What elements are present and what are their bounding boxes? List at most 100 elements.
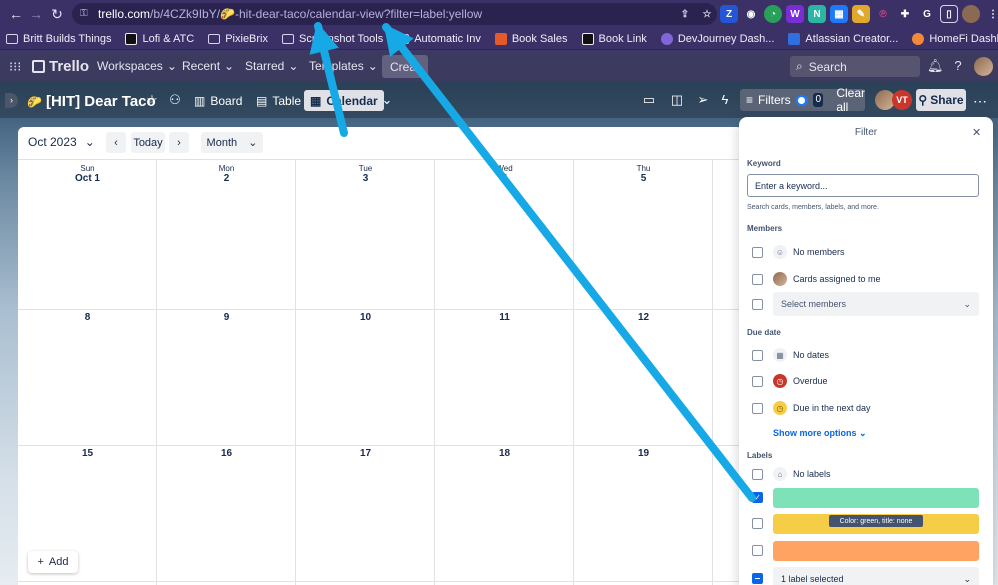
view-calendar[interactable]: ▦ Calendar	[304, 90, 384, 111]
view-mode-select[interactable]: Month ⌄	[201, 132, 263, 153]
view-board[interactable]: ▥ Board	[188, 90, 248, 111]
label-green[interactable]	[773, 488, 979, 508]
select-members-checkbox[interactable]	[752, 299, 763, 310]
no-labels-option[interactable]: ⌂ No labels	[773, 467, 831, 481]
notifications-icon[interactable]: 🔔︎	[927, 58, 944, 74]
extension-edit-icon[interactable]: ✎	[852, 5, 870, 23]
label-orange[interactable]	[773, 541, 979, 561]
bookmark-item[interactable]: Lofi & ATC	[125, 32, 194, 45]
calendar-date[interactable]: 19	[574, 448, 713, 459]
share-icon[interactable]: ⇪	[676, 5, 694, 23]
power-up-icon-2[interactable]: ◫	[670, 93, 684, 107]
extension-g-icon[interactable]: G	[918, 5, 936, 23]
back-icon[interactable]: ←	[6, 4, 26, 24]
extension-swirl-icon[interactable]: ◉	[742, 5, 760, 23]
no-members-checkbox[interactable]	[752, 247, 763, 258]
assigned-to-me-option[interactable]: Cards assigned to me	[773, 272, 881, 286]
month-selector[interactable]: Oct 2023 ⌄	[28, 135, 95, 149]
calendar-date[interactable]: 2	[157, 173, 296, 184]
help-icon[interactable]: ?	[950, 58, 966, 74]
yellow-label-checkbox[interactable]	[752, 518, 763, 529]
select-members-dropdown[interactable]: Select members ⌄	[773, 292, 979, 316]
add-card-button[interactable]: + Add	[28, 551, 78, 573]
no-members-option[interactable]: ☺ No members	[773, 245, 845, 259]
close-icon[interactable]: ✕	[972, 126, 981, 139]
prev-month-button[interactable]: ‹	[106, 132, 126, 153]
user-avatar[interactable]	[974, 57, 993, 76]
due-next-day-checkbox[interactable]	[752, 403, 763, 414]
nav-workspaces[interactable]: Workspaces ⌄	[97, 59, 177, 73]
star-icon[interactable]: ☆	[698, 5, 716, 23]
calendar-date[interactable]: 15	[18, 448, 157, 459]
board-title[interactable]: 🌮 [HIT] Dear Taco	[27, 93, 156, 110]
app-switcher-icon[interactable]: ⁝⁝⁝	[9, 60, 22, 73]
calendar-date[interactable]: 3	[296, 173, 435, 184]
calendar-date[interactable]: 5	[574, 173, 713, 184]
clear-all-button[interactable]: Clear all	[836, 86, 865, 114]
calendar-date[interactable]: Oct 1	[18, 173, 157, 184]
calendar-date[interactable]: 4	[435, 173, 574, 184]
forward-icon[interactable]: →	[26, 4, 46, 24]
power-up-icon-1[interactable]: ▭	[642, 93, 656, 107]
green-label-checkbox[interactable]: ✓	[752, 492, 763, 503]
visibility-icon[interactable]: ⚇	[168, 93, 182, 107]
profile-avatar[interactable]	[962, 5, 980, 23]
address-bar[interactable]: ⚿ trello.com/b/4CZk9IbY/🌮-hit-dear-taco/…	[72, 3, 717, 25]
nav-templates[interactable]: Templates ⌄	[309, 59, 378, 73]
select-labels-dropdown[interactable]: 1 label selected ⌄	[773, 567, 979, 585]
create-button[interactable]: Crea	[382, 55, 428, 78]
star-board-icon[interactable]: ☆	[145, 93, 159, 107]
calendar-date[interactable]: 18	[435, 448, 574, 459]
sidebar-panel-icon[interactable]: ▯	[940, 5, 958, 23]
overdue-checkbox[interactable]	[752, 376, 763, 387]
calendar-date[interactable]: 17	[296, 448, 435, 459]
extension-z-icon[interactable]: Z	[720, 5, 738, 23]
extension-p-icon[interactable]: ℗	[874, 5, 892, 23]
menu-icon[interactable]: ⋮	[984, 5, 998, 23]
nav-starred[interactable]: Starred ⌄	[245, 59, 298, 73]
bookmark-item[interactable]: HomeFi Dashboard	[912, 32, 998, 45]
extension-n-icon[interactable]: N	[808, 5, 826, 23]
puzzle-icon[interactable]: ✚	[896, 5, 914, 23]
extension-w-icon[interactable]: W	[786, 5, 804, 23]
keyword-input[interactable]: Enter a keyword...	[747, 174, 979, 197]
member-avatar-initials[interactable]: VT	[892, 90, 912, 110]
trello-logo[interactable]: Trello	[32, 58, 89, 75]
orange-label-checkbox[interactable]	[752, 545, 763, 556]
board-menu-icon[interactable]: ⋯	[973, 93, 987, 110]
nav-recent[interactable]: Recent ⌄	[182, 59, 234, 73]
calendar-date[interactable]: 11	[435, 312, 574, 323]
show-more-options[interactable]: Show more options ⌄	[773, 428, 867, 439]
search-input[interactable]: ⌕ Search	[790, 56, 920, 77]
reload-icon[interactable]: ↻	[47, 4, 67, 24]
bookmark-item[interactable]: Screenshot Tools	[282, 33, 383, 45]
calendar-date[interactable]: 16	[157, 448, 296, 459]
today-button[interactable]: Today	[131, 132, 165, 153]
calendar-date[interactable]: 10	[296, 312, 435, 323]
filters-button[interactable]: ≡ Filters 0 Clear all	[740, 86, 865, 114]
calendar-date[interactable]: 9	[157, 312, 296, 323]
calendar-date[interactable]: 8	[18, 312, 157, 323]
assigned-to-me-checkbox[interactable]	[752, 274, 763, 285]
more-views-chevron-icon[interactable]: ⌄	[380, 93, 394, 107]
bookmark-item[interactable]: PixieBrix	[208, 33, 268, 45]
bookmark-item[interactable]: Book Sales	[494, 32, 568, 45]
extension-chat-icon[interactable]: ◔	[764, 5, 782, 23]
filter-toggle[interactable]	[795, 94, 809, 106]
no-labels-checkbox[interactable]	[752, 469, 763, 480]
overdue-option[interactable]: ◷ Overdue	[773, 374, 828, 388]
next-month-button[interactable]: ›	[169, 132, 189, 153]
calendar-date[interactable]: 12	[574, 312, 713, 323]
send-icon[interactable]: ➢	[696, 93, 710, 107]
no-dates-option[interactable]: ▦ No dates	[773, 348, 829, 362]
share-button[interactable]: ⚲ Share	[916, 89, 966, 111]
no-dates-checkbox[interactable]	[752, 350, 763, 361]
bookmark-item[interactable]: Book Link	[581, 32, 647, 45]
select-labels-checkbox[interactable]	[752, 573, 763, 584]
due-next-day-option[interactable]: ◷ Due in the next day	[773, 401, 871, 415]
view-table[interactable]: ▤ Table	[250, 90, 307, 111]
extension-grid-icon[interactable]: ▦	[830, 5, 848, 23]
bookmark-item[interactable]: DevJourney Dash...	[660, 32, 774, 45]
bookmark-item[interactable]: Automatic Inv	[397, 33, 481, 45]
bookmark-item[interactable]: Atlassian Creator...	[788, 32, 898, 45]
